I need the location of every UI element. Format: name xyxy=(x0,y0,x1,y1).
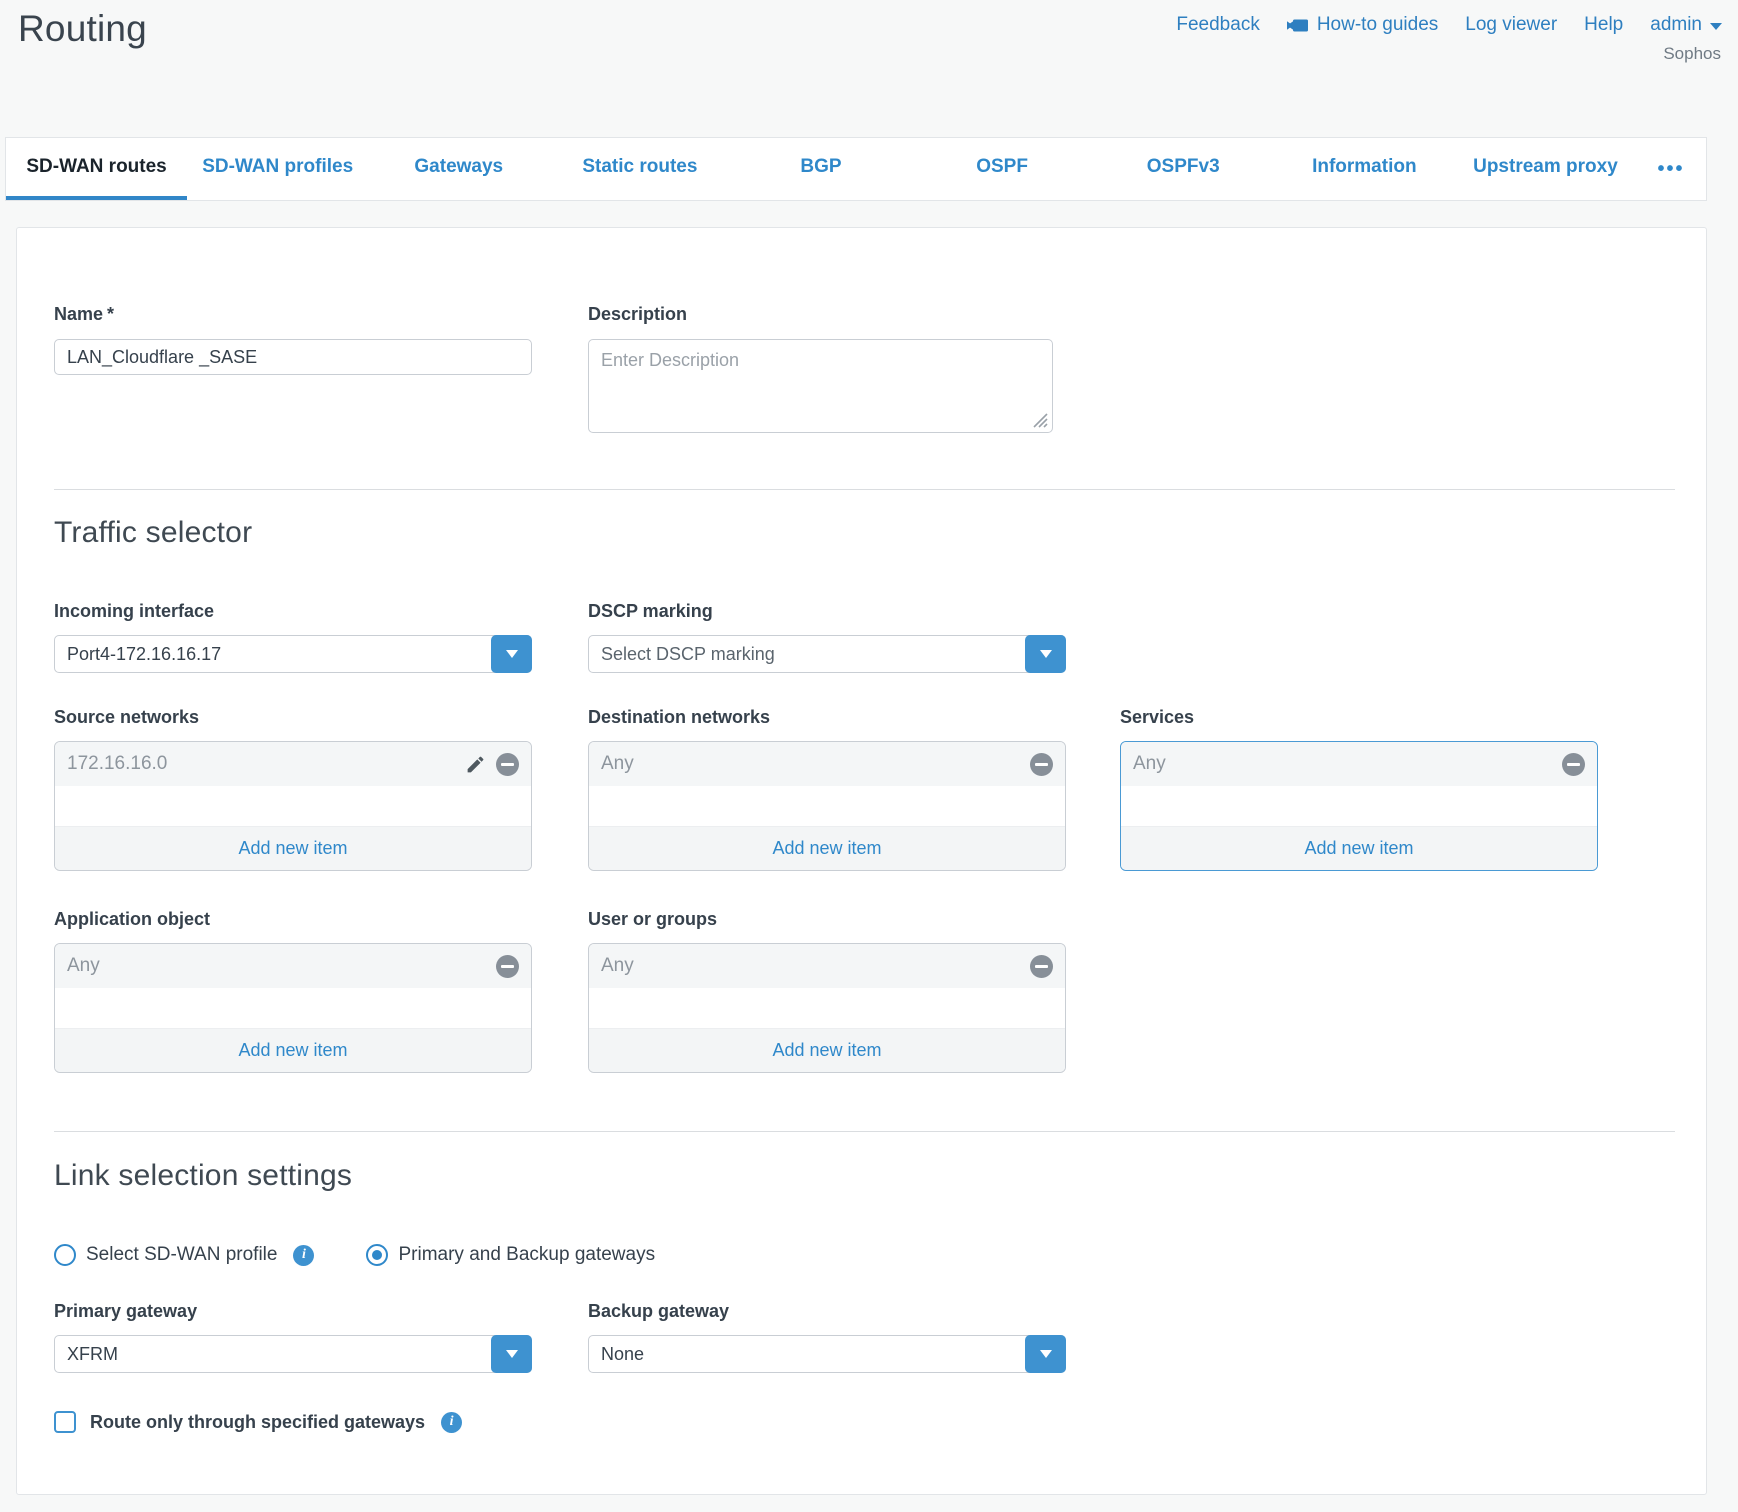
log-viewer-link[interactable]: Log viewer xyxy=(1465,14,1557,36)
ellipsis-icon: ••• xyxy=(1657,158,1684,181)
route-only-checkbox[interactable] xyxy=(54,1411,76,1433)
admin-menu[interactable]: admin xyxy=(1650,14,1722,36)
primary-gateway-label: Primary gateway xyxy=(54,1301,197,1322)
add-new-item-button[interactable]: Add new item xyxy=(55,826,531,870)
list-spacer xyxy=(589,786,1065,826)
list-item: Any xyxy=(1121,742,1597,786)
list-spacer xyxy=(589,988,1065,1028)
chevron-down-icon xyxy=(506,650,518,658)
tab-bgp[interactable]: BGP xyxy=(730,138,911,200)
add-new-item-button[interactable]: Add new item xyxy=(1121,826,1597,870)
remove-item-icon[interactable] xyxy=(1030,753,1053,776)
top-nav: Feedback How-to guides Log viewer Help a… xyxy=(1176,14,1722,36)
source-networks-listbox: 172.16.16.0 Add new item xyxy=(54,741,532,871)
traffic-selector-heading: Traffic selector xyxy=(54,516,252,550)
chevron-down-icon xyxy=(506,1350,518,1358)
section-divider xyxy=(54,489,1675,490)
routing-page: Routing Feedback How-to guides Log viewe… xyxy=(0,0,1738,1512)
list-spacer xyxy=(1121,786,1597,826)
edit-icon[interactable] xyxy=(465,754,486,775)
info-icon[interactable]: i xyxy=(441,1412,462,1433)
dropdown-button[interactable] xyxy=(1025,1335,1066,1373)
help-link[interactable]: Help xyxy=(1584,14,1623,36)
page-title: Routing xyxy=(18,8,147,50)
admin-label: admin xyxy=(1650,14,1702,36)
chevron-down-icon xyxy=(1040,1350,1052,1358)
how-to-guides-label: How-to guides xyxy=(1317,14,1438,36)
backup-gateway-label: Backup gateway xyxy=(588,1301,729,1322)
info-icon[interactable]: i xyxy=(293,1245,314,1266)
tab-ospfv3[interactable]: OSPFv3 xyxy=(1093,138,1274,200)
remove-item-icon[interactable] xyxy=(1562,753,1585,776)
feedback-link[interactable]: Feedback xyxy=(1176,14,1259,36)
dropdown-button[interactable] xyxy=(491,1335,532,1373)
link-selection-heading: Link selection settings xyxy=(54,1159,352,1193)
remove-item-icon[interactable] xyxy=(496,753,519,776)
dscp-marking-select[interactable]: Select DSCP marking xyxy=(588,635,1066,673)
brand-label: Sophos xyxy=(1663,44,1721,64)
list-spacer xyxy=(55,988,531,1028)
how-to-guides-link[interactable]: How-to guides xyxy=(1287,14,1438,36)
tab-upstream-proxy[interactable]: Upstream proxy xyxy=(1455,138,1636,200)
section-divider xyxy=(54,1131,1675,1132)
primary-backup-radio-label: Primary and Backup gateways xyxy=(398,1244,655,1266)
description-label: Description xyxy=(588,304,687,325)
services-listbox: Any Add new item xyxy=(1120,741,1598,871)
help-label: Help xyxy=(1584,14,1623,36)
source-networks-label: Source networks xyxy=(54,707,199,728)
dropdown-button[interactable] xyxy=(1025,635,1066,673)
primary-backup-radio[interactable] xyxy=(366,1244,388,1266)
primary-gateway-select[interactable]: XFRM xyxy=(54,1335,532,1373)
tab-ospf[interactable]: OSPF xyxy=(912,138,1093,200)
required-asterisk: * xyxy=(107,304,114,324)
sdwan-profile-radio-label: Select SD-WAN profile xyxy=(86,1244,277,1266)
more-tabs-button[interactable]: ••• xyxy=(1636,138,1706,200)
destination-networks-listbox: Any Add new item xyxy=(588,741,1066,871)
sd-wan-route-form-panel: Name* Description Traffic selector Incom… xyxy=(16,227,1707,1495)
incoming-interface-label: Incoming interface xyxy=(54,601,214,622)
video-icon xyxy=(1287,18,1309,33)
description-textarea[interactable] xyxy=(588,339,1053,433)
application-object-listbox: Any Add new item xyxy=(54,943,532,1073)
application-object-label: Application object xyxy=(54,909,210,930)
dropdown-button[interactable] xyxy=(491,635,532,673)
name-label: Name* xyxy=(54,304,114,325)
link-selection-radios: Select SD-WAN profile i Primary and Back… xyxy=(54,1244,655,1266)
list-item: Any xyxy=(55,944,531,988)
name-input[interactable] xyxy=(54,339,532,375)
log-viewer-label: Log viewer xyxy=(1465,14,1557,36)
add-new-item-button[interactable]: Add new item xyxy=(589,826,1065,870)
tab-information[interactable]: Information xyxy=(1274,138,1455,200)
list-item: 172.16.16.0 xyxy=(55,742,531,786)
route-only-row: Route only through specified gateways i xyxy=(54,1411,462,1433)
add-new-item-button[interactable]: Add new item xyxy=(589,1028,1065,1072)
sdwan-profile-radio[interactable] xyxy=(54,1244,76,1266)
list-item: Any xyxy=(589,944,1065,988)
tab-bar: SD-WAN routes SD-WAN profiles Gateways S… xyxy=(5,137,1707,201)
list-spacer xyxy=(55,786,531,826)
remove-item-icon[interactable] xyxy=(1030,955,1053,978)
incoming-interface-select[interactable]: Port4-172.16.16.17 xyxy=(54,635,532,673)
chevron-down-icon xyxy=(1040,650,1052,658)
services-label: Services xyxy=(1120,707,1194,728)
route-only-label: Route only through specified gateways xyxy=(90,1412,425,1433)
dscp-marking-label: DSCP marking xyxy=(588,601,713,622)
tab-gateways[interactable]: Gateways xyxy=(368,138,549,200)
list-item: Any xyxy=(589,742,1065,786)
tab-sd-wan-routes[interactable]: SD-WAN routes xyxy=(6,138,187,200)
caret-down-icon xyxy=(1710,23,1722,30)
backup-gateway-select[interactable]: None xyxy=(588,1335,1066,1373)
user-or-groups-listbox: Any Add new item xyxy=(588,943,1066,1073)
user-or-groups-label: User or groups xyxy=(588,909,717,930)
feedback-link-label: Feedback xyxy=(1176,14,1259,36)
add-new-item-button[interactable]: Add new item xyxy=(55,1028,531,1072)
tab-sd-wan-profiles[interactable]: SD-WAN profiles xyxy=(187,138,368,200)
remove-item-icon[interactable] xyxy=(496,955,519,978)
tab-static-routes[interactable]: Static routes xyxy=(549,138,730,200)
destination-networks-label: Destination networks xyxy=(588,707,770,728)
